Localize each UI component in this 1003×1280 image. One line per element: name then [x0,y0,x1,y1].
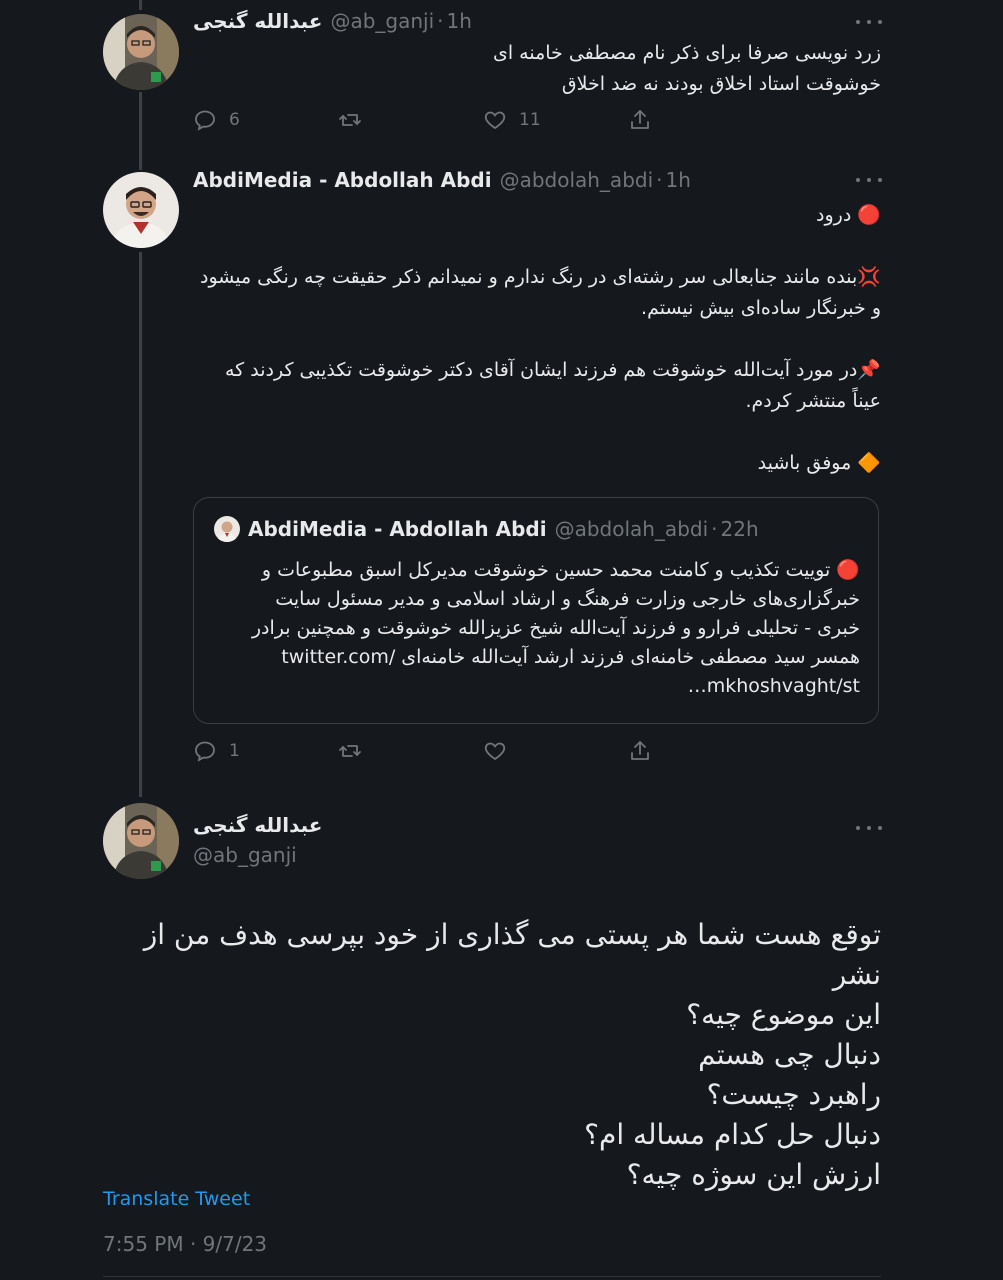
quoted-author-name: AbdiMedia - Abdollah Abdi [248,517,547,541]
like-button[interactable]: 11 [483,105,541,135]
tweet-text-line: دنبال چی هستم [698,1038,881,1071]
tweet-time[interactable]: 1h [447,9,472,33]
quoted-tweet-text: 🔴 توییت تکذیب و کامنت محمد حسین خوشوقت م… [214,556,860,701]
tweet-time[interactable]: 1h [666,168,691,192]
main-tweet-text: توقع هست شما هر پستی می گذاری از خود بپر… [100,915,881,1195]
share-button[interactable] [628,736,652,766]
avatar-ab-ganji[interactable] [103,14,179,90]
more-options-icon[interactable] [856,818,882,838]
tweet-actions: 1 [193,736,663,766]
reply-button[interactable]: 6 [193,105,240,135]
retweet-button[interactable] [338,736,362,766]
reply-icon [195,741,215,762]
heart-icon [484,111,506,130]
quoted-tweet[interactable]: AbdiMedia - Abdollah Abdi @abdolah_abdi … [193,497,879,724]
quoted-tweet-time: 22h [720,517,759,541]
divider [103,1276,881,1277]
retweet-icon [339,114,361,126]
separator-dot: · [437,9,444,33]
tweet-text-line: زرد نویسی صرفا برای ذکر نام مصطفی خامنه … [492,42,881,64]
tweet-paragraph: 🔴 درود [816,204,881,226]
tweet-text-line: راهبرد چیست؟ [706,1078,881,1111]
reply-icon [195,110,215,131]
quoted-text-line: 🔴 توییت تکذیب و کامنت محمد حسین خوشوقت م… [261,559,860,581]
thread-line-upper [139,0,142,10]
tweet-actions: 6 11 [193,105,663,135]
tweet-timestamp[interactable]: 7:55 PM · 9/7/23 [103,1232,267,1256]
quoted-tweet-header: AbdiMedia - Abdollah Abdi @abdolah_abdi … [214,515,759,543]
like-button[interactable] [483,736,507,766]
retweet-icon [339,745,361,757]
separator-dot: · [656,168,663,192]
tweet-paragraph: 💢بنده مانند جنابعالی سر رشته‌ای در رنگ ن… [200,266,881,319]
separator-dot: · [711,517,718,541]
tweet-reply-1-header: عبدالله گنجی @ab_ganji · 1h [193,7,472,35]
author-name[interactable]: AbdiMedia - Abdollah Abdi [193,168,492,192]
author-handle[interactable]: @abdolah_abdi [500,168,654,192]
share-button[interactable] [628,105,652,135]
more-options-icon[interactable] [856,12,882,32]
author-handle[interactable]: @ab_ganji [330,9,434,33]
tweet-text-line: توقع هست شما هر پستی می گذاری از خود بپر… [143,918,881,991]
reply-button[interactable]: 1 [193,736,240,766]
more-options-icon[interactable] [856,170,882,190]
tweet-text-line: خوشوقت استاد اخلاق بودند نه ضد اخلاق [561,73,881,95]
tweet-reply-2-header: AbdiMedia - Abdollah Abdi @abdolah_abdi … [193,166,691,194]
tweet-text: 🔴 درود 💢بنده مانند جنابعالی سر رشته‌ای د… [193,200,881,479]
quoted-text-line: خبری - تحلیلی فرارو و فرزند آیت‌الله شیخ… [251,617,860,639]
share-icon [631,741,649,760]
reply-count: 1 [229,741,240,761]
author-handle[interactable]: @ab_ganji [193,843,297,867]
quoted-text-line: mkhoshvaght/st… [687,675,860,697]
tweet-text: زرد نویسی صرفا برای ذکر نام مصطفی خامنه … [193,38,881,100]
author-name[interactable]: عبدالله گنجی [193,9,322,33]
thread-line-2 [139,252,142,797]
share-icon [631,110,649,129]
tweet-text-line: دنبال حل کدام مساله ام؟ [584,1118,881,1151]
retweet-button[interactable] [338,105,362,135]
avatar-abdimedia-small [214,516,240,542]
heart-icon [484,742,506,761]
like-count: 11 [519,110,541,130]
avatar-abdimedia[interactable] [103,172,179,248]
tweet-paragraph: 📌در مورد آیت‌الله خوشوقت هم فرزند ایشان … [224,359,881,412]
quoted-author-handle: @abdolah_abdi [554,517,709,541]
tweet-text-line: این موضوع چیه؟ [686,998,881,1031]
reply-count: 6 [229,110,240,130]
tweet-paragraph: 🔶 موفق باشید [757,452,881,474]
author-name[interactable]: عبدالله گنجی [193,813,322,837]
quoted-text-line: همسر سید مصطفی خامنه‌ای فرزند ارشد آیت‌ا… [281,646,860,668]
thread-line-1 [139,92,142,170]
translate-tweet-link[interactable]: Translate Tweet [103,1188,250,1210]
avatar-ab-ganji[interactable] [103,803,179,879]
quoted-text-line: خبرگزاری‌های خارجی وزارت فرهنگ و ارشاد ا… [275,588,860,610]
